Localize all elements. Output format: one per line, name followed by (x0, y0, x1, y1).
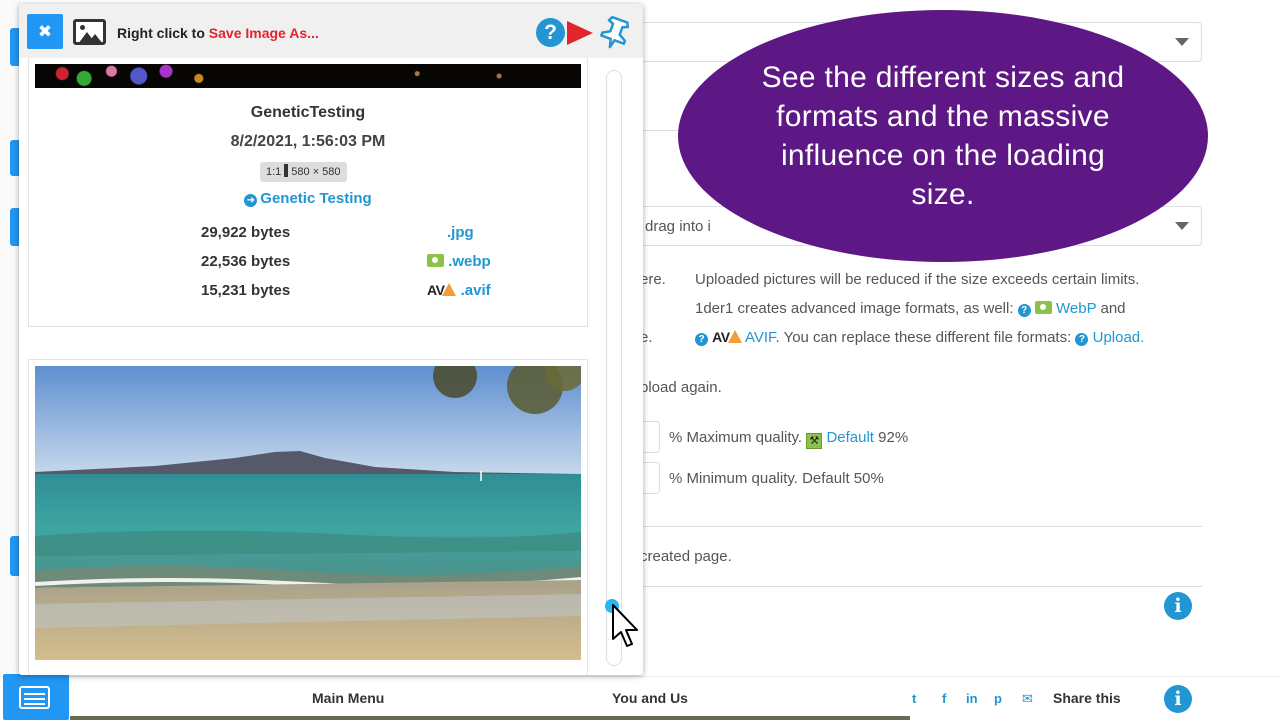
pinterest-icon[interactable]: p (994, 691, 1002, 706)
bottom-image-strip (70, 716, 910, 720)
avif-logo-icon: AV (427, 282, 457, 298)
size-row-jpg: 29,922 bytes .jpg (201, 224, 474, 241)
callout-text: See the different sizes and formats and … (761, 61, 1125, 211)
size-row-webp: 22,536 bytes .webp (201, 253, 491, 270)
webp-link[interactable]: WebP (1056, 300, 1096, 317)
close-button[interactable]: ✖ (27, 14, 63, 49)
image-icon (73, 19, 106, 45)
avif-logo-icon: AV (712, 329, 742, 345)
left-tab-strip (0, 0, 20, 720)
info-line-2-prefix: 1der1 creates advanced image formats, as… (695, 300, 1014, 317)
popup-header: ✖ Right click to Save Image As... ? (19, 4, 643, 58)
you-and-us-link[interactable]: You and Us (612, 690, 688, 706)
menu-icon (19, 686, 50, 709)
chevron-down-icon (1175, 38, 1189, 46)
mail-icon[interactable]: ✉ (1022, 691, 1033, 707)
info-line-1: Uploaded pictures will be reduced if the… (695, 271, 1140, 288)
upload-again-text: pload again. (640, 379, 722, 396)
beach-photo (35, 366, 581, 660)
pin-icon[interactable] (599, 16, 631, 50)
min-quality-text: % Minimum quality. Default 50% (669, 470, 884, 487)
jpg-link[interactable]: .jpg (447, 224, 474, 241)
chevron-down-icon (1175, 222, 1189, 230)
webp-icon (1034, 301, 1052, 314)
main-menu-button[interactable] (3, 674, 69, 720)
max-quality-text: % Maximum quality. ⚒ Default 92% (669, 429, 909, 449)
help-icon[interactable]: ? (1075, 333, 1089, 346)
max-default-link[interactable]: Default (826, 429, 874, 446)
help-icon[interactable]: ? (695, 333, 708, 346)
webp-format-link[interactable]: .webp (427, 253, 491, 270)
mouse-cursor-icon (612, 604, 638, 647)
popup-scroll-area[interactable]: GeneticTesting 8/2/2021, 1:56:03 PM 1:1 5… (19, 58, 643, 675)
save-image-hint: Right click to Save Image As... (117, 25, 319, 41)
drag-text: drag into i (645, 218, 711, 235)
info-line-3: ? AV AVIF. You can replace these differe… (695, 329, 1144, 346)
close-icon: ✖ (37, 22, 53, 41)
webp-icon (427, 254, 444, 267)
max-quality-input[interactable] (640, 421, 660, 453)
fragment-here: ere. (640, 271, 666, 288)
avif-link[interactable]: AVIF (745, 329, 776, 346)
tools-icon: ⚒ (806, 433, 823, 449)
facebook-icon[interactable]: f (942, 691, 946, 706)
popup-scrollbar[interactable] (606, 70, 622, 666)
arrow-right-icon: ➜ (244, 194, 258, 207)
ratio-badge: 1:1 580 × 580 (260, 162, 347, 182)
info-icon[interactable]: i (1164, 685, 1192, 713)
info-line-2: 1der1 creates advanced image formats, as… (695, 300, 1126, 317)
image-card (28, 359, 588, 675)
genetic-testing-link[interactable]: ➜ Genetic Testing (29, 190, 587, 207)
help-icon[interactable]: ? (536, 18, 565, 47)
image-date: 8/2/2021, 1:56:03 PM (230, 133, 386, 150)
and-text: and (1100, 300, 1126, 317)
help-icon[interactable]: ? (1017, 304, 1031, 317)
twitter-icon[interactable]: t (912, 691, 916, 706)
info-line-3-mid: . You can replace these different file f… (775, 329, 1072, 346)
image-card: GeneticTesting 8/2/2021, 1:56:03 PM 1:1 5… (28, 58, 588, 327)
play-icon[interactable] (567, 21, 593, 45)
avif-format-link[interactable]: AV .avif (427, 282, 491, 299)
upload-link[interactable]: Upload. (1093, 329, 1145, 346)
created-page-text: created page. (640, 548, 732, 565)
share-this-link[interactable]: Share this (1053, 690, 1121, 706)
image-popup: ✖ Right click to Save Image As... ? Gene… (19, 4, 643, 675)
image-thumbnail (35, 64, 581, 88)
image-title: GeneticTesting (250, 104, 366, 121)
main-menu-link[interactable]: Main Menu (312, 690, 384, 706)
info-icon[interactable]: i (1164, 592, 1192, 620)
callout-bubble: See the different sizes and formats and … (678, 10, 1208, 262)
min-quality-input[interactable] (640, 462, 660, 494)
linkedin-icon[interactable]: in (966, 691, 978, 706)
size-row-avif: 15,231 bytes AV .avif (201, 282, 491, 299)
